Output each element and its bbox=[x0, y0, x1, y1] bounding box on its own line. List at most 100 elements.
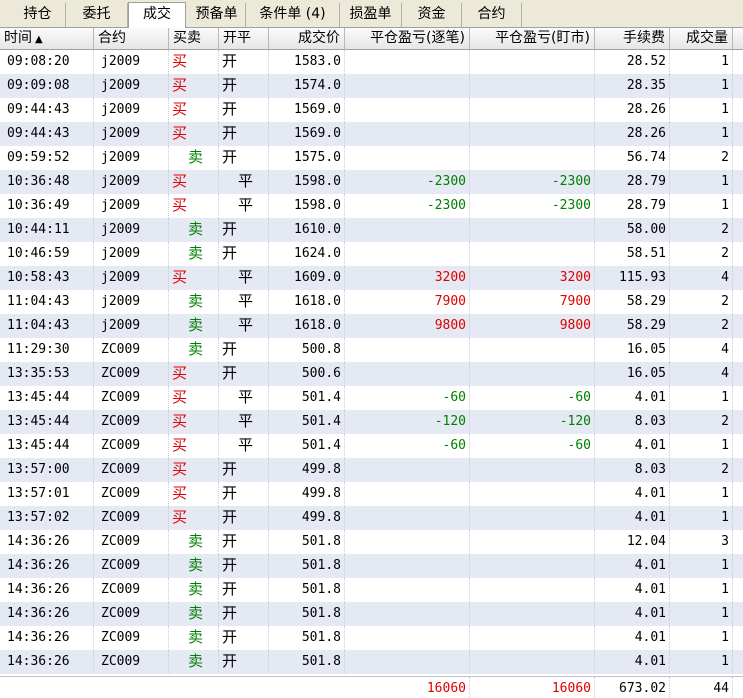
total-pnl-close: 16060 bbox=[345, 677, 470, 698]
cell-fee: 4.01 bbox=[595, 506, 670, 530]
cell-qty: 4 bbox=[670, 266, 733, 290]
tab-stop-orders[interactable]: 损盈单 bbox=[340, 3, 402, 27]
table-row[interactable]: 14:36:26 ZC009 卖开 501.8 4.01 1 bbox=[0, 578, 743, 602]
cell-pnl-close bbox=[345, 530, 470, 554]
cell-pnl-close bbox=[345, 602, 470, 626]
cell-qty: 2 bbox=[670, 218, 733, 242]
header-pnl-mark[interactable]: 平仓盈亏(盯市) bbox=[470, 28, 595, 50]
table-row[interactable]: 14:36:26 ZC009 卖开 501.8 4.01 1 bbox=[0, 554, 743, 578]
table-row[interactable]: 11:29:30 ZC009 卖开 500.8 16.05 4 bbox=[0, 338, 743, 362]
cell-pnl-close bbox=[345, 218, 470, 242]
table-row[interactable]: 13:57:00 ZC009 买开 499.8 8.03 2 bbox=[0, 458, 743, 482]
cell-side: 卖 bbox=[169, 290, 219, 314]
table-row[interactable]: 10:58:43 j2009 买平 1609.0 3200 3200 115.93 4 bbox=[0, 266, 743, 290]
totals-row: 16060 16060 673.02 44 bbox=[0, 676, 743, 698]
cell-pnl-mark bbox=[470, 554, 595, 578]
table-row[interactable]: 11:04:43 j2009 卖平 1618.0 9800 9800 58.29 2 bbox=[0, 314, 743, 338]
cell-pnl-close: -60 bbox=[345, 434, 470, 458]
cell-qty: 3 bbox=[670, 530, 733, 554]
tab-trades[interactable]: 成交 bbox=[128, 2, 186, 29]
cell-fee: 58.00 bbox=[595, 218, 670, 242]
header-side[interactable]: 买卖 bbox=[169, 28, 219, 50]
cell-time: 09:09:08 bbox=[0, 74, 94, 98]
cell-open-close: 平 bbox=[219, 290, 269, 314]
cell-price: 1618.0 bbox=[269, 314, 345, 338]
cell-fee: 28.26 bbox=[595, 98, 670, 122]
table-row[interactable]: 10:36:48 j2009 买平 1598.0 -2300 -2300 28.79 1 bbox=[0, 170, 743, 194]
tab-conditional-orders[interactable]: 条件单 (4) bbox=[246, 3, 340, 27]
cell-open-close: 平 bbox=[219, 194, 269, 218]
cell-pnl-mark bbox=[470, 506, 595, 530]
table-row[interactable]: 14:36:26 ZC009 卖开 501.8 4.01 1 bbox=[0, 650, 743, 674]
cell-qty: 1 bbox=[670, 122, 733, 146]
cell-side: 买 bbox=[169, 386, 219, 410]
cell-fee: 28.79 bbox=[595, 170, 670, 194]
cell-side: 买 bbox=[169, 266, 219, 290]
table-row[interactable]: 13:35:53 ZC009 买开 500.6 16.05 4 bbox=[0, 362, 743, 386]
table-row[interactable]: 09:08:20 j2009 买开 1583.0 28.52 1 bbox=[0, 50, 743, 74]
table-row[interactable]: 09:59:52 j2009 卖开 1575.0 56.74 2 bbox=[0, 146, 743, 170]
cell-side: 卖 bbox=[169, 626, 219, 650]
header-price[interactable]: 成交价 bbox=[269, 28, 345, 50]
table-row[interactable]: 10:46:59 j2009 卖开 1624.0 58.51 2 bbox=[0, 242, 743, 266]
cell-pnl-close bbox=[345, 626, 470, 650]
cell-contract: ZC009 bbox=[94, 434, 169, 458]
tab-positions[interactable]: 持仓 bbox=[10, 3, 66, 27]
cell-pnl-mark bbox=[470, 74, 595, 98]
cell-qty: 4 bbox=[670, 338, 733, 362]
cell-price: 1574.0 bbox=[269, 74, 345, 98]
cell-side: 买 bbox=[169, 506, 219, 530]
cell-open-close: 开 bbox=[219, 218, 269, 242]
table-row[interactable]: 11:04:43 j2009 卖平 1618.0 7900 7900 58.29 2 bbox=[0, 290, 743, 314]
table-row[interactable]: 10:36:49 j2009 买平 1598.0 -2300 -2300 28.79 1 bbox=[0, 194, 743, 218]
cell-open-close: 开 bbox=[219, 98, 269, 122]
cell-open-close: 开 bbox=[219, 554, 269, 578]
cell-open-close: 开 bbox=[219, 458, 269, 482]
header-open-close[interactable]: 开平 bbox=[219, 28, 269, 50]
table-row[interactable]: 10:44:11 j2009 卖开 1610.0 58.00 2 bbox=[0, 218, 743, 242]
cell-time: 09:08:20 bbox=[0, 50, 94, 74]
cell-side: 买 bbox=[169, 410, 219, 434]
cell-pnl-mark bbox=[470, 602, 595, 626]
cell-qty: 1 bbox=[670, 74, 733, 98]
cell-contract: ZC009 bbox=[94, 362, 169, 386]
table-row[interactable]: 13:57:01 ZC009 买开 499.8 4.01 1 bbox=[0, 482, 743, 506]
cell-pnl-mark bbox=[470, 626, 595, 650]
cell-open-close: 平 bbox=[219, 266, 269, 290]
cell-side: 买 bbox=[169, 98, 219, 122]
tab-contracts[interactable]: 合约 bbox=[462, 3, 522, 27]
table-row[interactable]: 09:09:08 j2009 买开 1574.0 28.35 1 bbox=[0, 74, 743, 98]
tab-orders[interactable]: 委托 bbox=[66, 3, 128, 27]
cell-price: 501.8 bbox=[269, 554, 345, 578]
header-pnl-close[interactable]: 平仓盈亏(逐笔) bbox=[345, 28, 470, 50]
table-row[interactable]: 14:36:26 ZC009 卖开 501.8 4.01 1 bbox=[0, 626, 743, 650]
cell-open-close: 开 bbox=[219, 626, 269, 650]
table-row[interactable]: 13:45:44 ZC009 买平 501.4 -60 -60 4.01 1 bbox=[0, 386, 743, 410]
header-fee[interactable]: 手续费 bbox=[595, 28, 670, 50]
cell-pnl-mark bbox=[470, 578, 595, 602]
cell-fee: 4.01 bbox=[595, 578, 670, 602]
table-row[interactable]: 13:45:44 ZC009 买平 501.4 -60 -60 4.01 1 bbox=[0, 434, 743, 458]
tab-prepared-orders[interactable]: 预备单 bbox=[188, 3, 246, 27]
cell-pnl-mark bbox=[470, 122, 595, 146]
tab-bar: 持仓 委托 成交 预备单 条件单 (4) 损盈单 资金 合约 bbox=[0, 0, 743, 29]
cell-open-close: 平 bbox=[219, 170, 269, 194]
cell-open-close: 开 bbox=[219, 530, 269, 554]
header-qty[interactable]: 成交量 bbox=[670, 28, 733, 50]
table-row[interactable]: 14:36:26 ZC009 卖开 501.8 4.01 1 bbox=[0, 602, 743, 626]
table-row[interactable]: 14:36:26 ZC009 卖开 501.8 12.04 3 bbox=[0, 530, 743, 554]
cell-pnl-close bbox=[345, 458, 470, 482]
cell-qty: 1 bbox=[670, 626, 733, 650]
header-contract[interactable]: 合约 bbox=[94, 28, 169, 50]
table-row[interactable]: 13:45:44 ZC009 买平 501.4 -120 -120 8.03 2 bbox=[0, 410, 743, 434]
cell-fee: 16.05 bbox=[595, 338, 670, 362]
tab-funds[interactable]: 资金 bbox=[402, 3, 462, 27]
table-row[interactable]: 09:44:43 j2009 买开 1569.0 28.26 1 bbox=[0, 98, 743, 122]
cell-contract: ZC009 bbox=[94, 482, 169, 506]
table-row[interactable]: 13:57:02 ZC009 买开 499.8 4.01 1 bbox=[0, 506, 743, 530]
cell-fee: 28.26 bbox=[595, 122, 670, 146]
cell-time: 09:44:43 bbox=[0, 98, 94, 122]
table-row[interactable]: 09:44:43 j2009 买开 1569.0 28.26 1 bbox=[0, 122, 743, 146]
cell-pnl-mark bbox=[470, 98, 595, 122]
header-time[interactable]: 时间 ▲ bbox=[0, 28, 94, 50]
